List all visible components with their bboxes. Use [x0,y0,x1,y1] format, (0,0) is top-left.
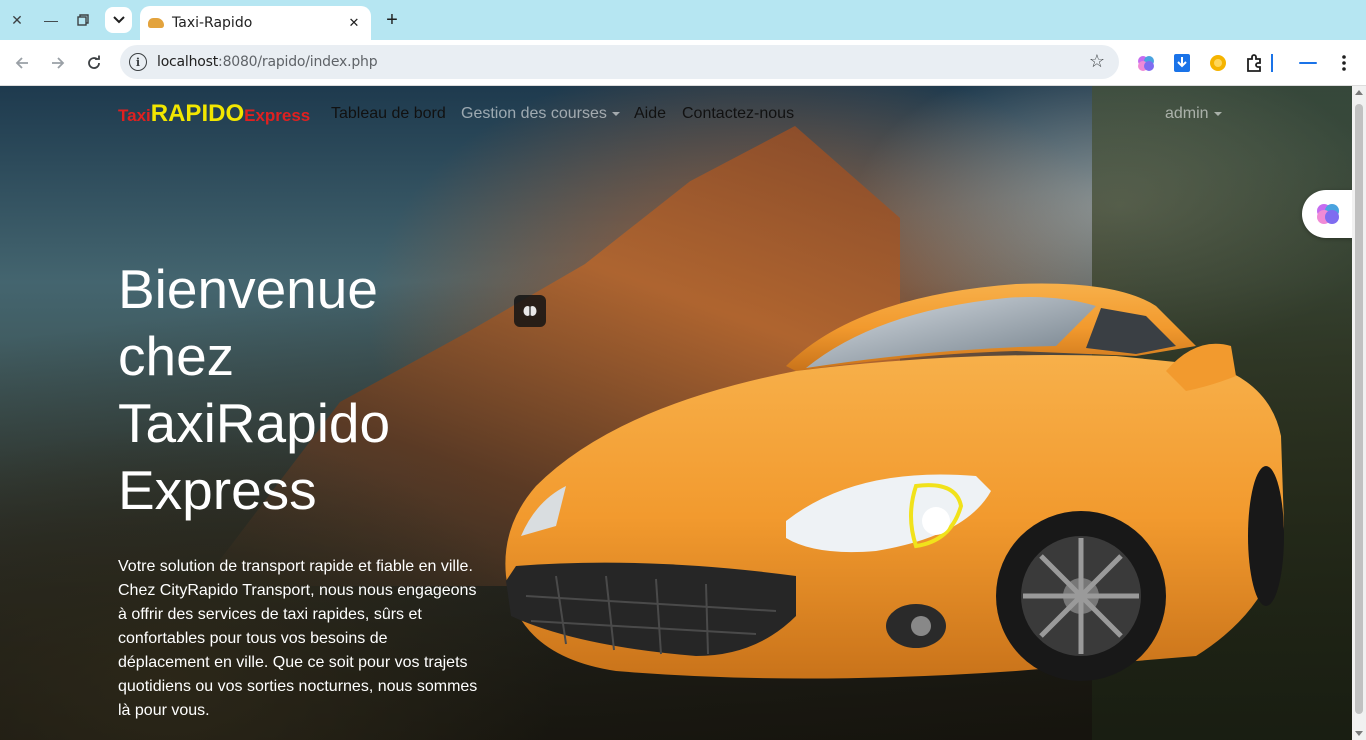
minimize-icon[interactable]: — [38,7,64,33]
site-info-icon[interactable]: i [129,53,147,71]
browser-toolbar: i localhost:8080/rapido/index.php ☆ [0,40,1366,86]
brand-taxi: Taxi [118,106,151,125]
tab-title: Taxi-Rapido [172,15,253,31]
nav-help-link[interactable]: Aide [634,105,666,123]
extensions-puzzle-icon[interactable] [1244,53,1264,73]
orange-sports-car-image [505,283,1284,681]
close-window-icon[interactable]: ✕ [4,7,30,33]
browser-tab[interactable]: Taxi-Rapido ✕ [140,6,371,40]
sun-extension-icon[interactable] [1208,53,1228,73]
url-text: localhost:8080/rapido/index.php [157,54,378,70]
profile-extension-icon[interactable] [1298,53,1318,73]
nav-contact-link[interactable]: Contactez-nous [682,105,794,123]
back-icon[interactable] [9,50,35,76]
scrollbar-thumb[interactable] [1355,104,1363,714]
chevron-down-icon [112,16,125,24]
user-menu-dropdown[interactable]: admin [1165,105,1222,123]
brand-logo[interactable]: TaxiRAPIDOExpress [118,100,310,128]
scroll-down-icon[interactable] [1355,731,1363,736]
bookmark-star-icon[interactable]: ☆ [1089,51,1105,72]
taxi-favicon-icon [148,18,164,28]
toolbar-divider [1271,54,1273,72]
caret-down-icon [1213,111,1222,116]
caret-down-icon [611,111,620,116]
forward-icon[interactable] [45,50,71,76]
scroll-up-icon[interactable] [1355,90,1363,95]
hero-description: Votre solution de transport rapide et fi… [118,558,478,719]
brand-express: Express [244,106,311,125]
site-navbar: TaxiRAPIDOExpress Tableau de bord Gestio… [0,86,1352,142]
hero-title: Bienvenue chez TaxiRapido Express [118,258,391,521]
download-extension-icon[interactable] [1172,53,1192,73]
new-tab-button[interactable]: + [380,8,404,32]
nav-courses-dropdown[interactable]: Gestion des courses [461,105,620,123]
tab-search-button[interactable] [105,7,132,33]
browser-tab-bar: ✕ — Taxi-Rapido ✕ + [0,0,1366,40]
nav-dashboard-link[interactable]: Tableau de bord [331,105,446,123]
assistant-side-widget[interactable] [1302,190,1352,238]
hero-section: TaxiRAPIDOExpress Tableau de bord Gestio… [0,86,1352,740]
brain-icon [1317,204,1339,224]
address-bar[interactable]: i localhost:8080/rapido/index.php ☆ [120,45,1119,79]
reload-icon[interactable] [81,50,107,76]
close-tab-icon[interactable]: ✕ [345,14,363,32]
page-scrollbar[interactable] [1352,86,1366,740]
restore-icon[interactable] [70,7,96,33]
menu-kebab-icon[interactable] [1334,53,1354,73]
brain-extension-icon[interactable] [1136,53,1156,73]
brand-rapido: RAPIDO [150,100,245,127]
